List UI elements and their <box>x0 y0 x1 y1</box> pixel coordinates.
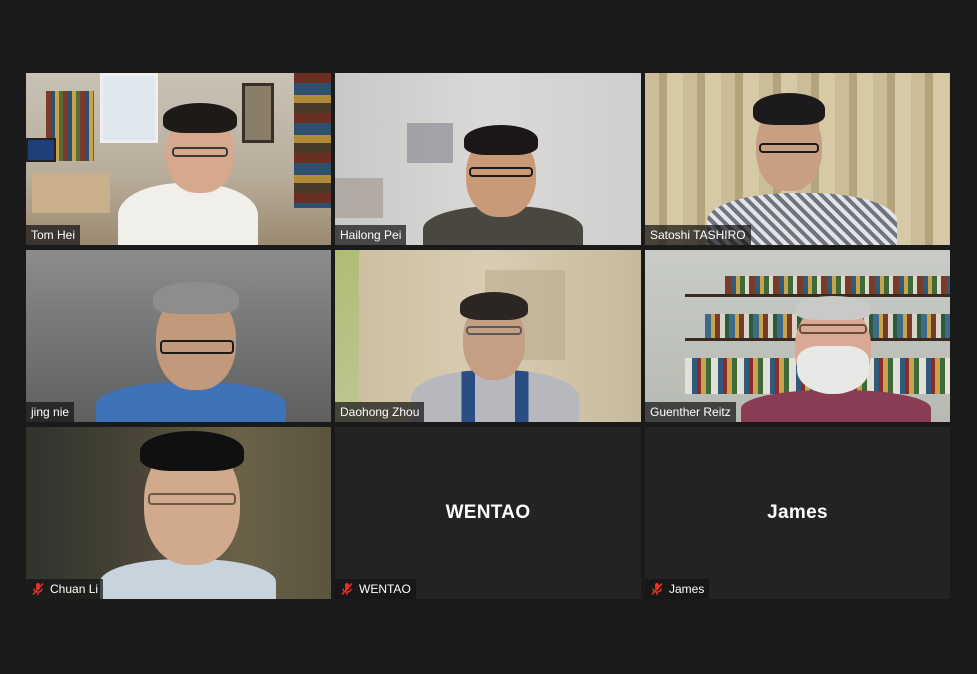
participant-name: Guenther Reitz <box>650 405 731 419</box>
video-feed <box>335 250 641 422</box>
participant-tile-satoshi-tashiro[interactable]: Satoshi TASHIRO <box>645 73 950 245</box>
participant-name: WENTAO <box>359 582 411 596</box>
participant-display-name: WENTAO <box>445 502 531 523</box>
participant-name-tag: James <box>645 579 710 599</box>
video-feed <box>26 73 331 245</box>
participant-name-tag: Chuan Li <box>26 579 104 599</box>
gallery-view-grid: Tom Hei Hailong Pei Satoshi TASHIRO jing… <box>26 73 950 599</box>
microphone-muted-icon <box>651 582 663 596</box>
participant-tile-jing-nie[interactable]: jing nie <box>26 250 331 422</box>
participant-tile-daohong-zhou[interactable]: Daohong Zhou <box>335 250 641 422</box>
video-feed <box>26 250 331 422</box>
participant-name: jing nie <box>31 405 70 419</box>
participant-name-tag: jing nie <box>26 402 75 422</box>
video-feed <box>335 73 641 245</box>
participant-name: Chuan Li <box>50 582 99 596</box>
participant-name-tag: Tom Hei <box>26 225 81 245</box>
participant-display-name: James <box>767 502 828 523</box>
participant-tile-tom-hei[interactable]: Tom Hei <box>26 73 331 245</box>
microphone-muted-icon <box>341 582 353 596</box>
participant-tile-wentao[interactable]: WENTAO WENTAO <box>335 427 641 599</box>
participant-tile-guenther-reitz[interactable]: Guenther Reitz <box>645 250 950 422</box>
microphone-muted-icon <box>32 582 44 596</box>
participant-tile-james[interactable]: James James <box>645 427 950 599</box>
participant-name-tag: Hailong Pei <box>335 225 407 245</box>
participant-tile-chuan-li[interactable]: Chuan Li <box>26 427 331 599</box>
participant-name: Satoshi TASHIRO <box>650 228 746 242</box>
participant-name-tag: Satoshi TASHIRO <box>645 225 751 245</box>
participant-name-tag: Daohong Zhou <box>335 402 425 422</box>
video-feed <box>645 250 950 422</box>
video-feed <box>26 427 331 599</box>
participant-name: Tom Hei <box>31 228 76 242</box>
participant-name: Daohong Zhou <box>340 405 420 419</box>
participant-tile-hailong-pei[interactable]: Hailong Pei <box>335 73 641 245</box>
participant-name: Hailong Pei <box>340 228 402 242</box>
participant-name: James <box>669 582 705 596</box>
participant-name-tag: Guenther Reitz <box>645 402 736 422</box>
video-feed <box>645 73 950 245</box>
participant-name-tag: WENTAO <box>335 579 416 599</box>
